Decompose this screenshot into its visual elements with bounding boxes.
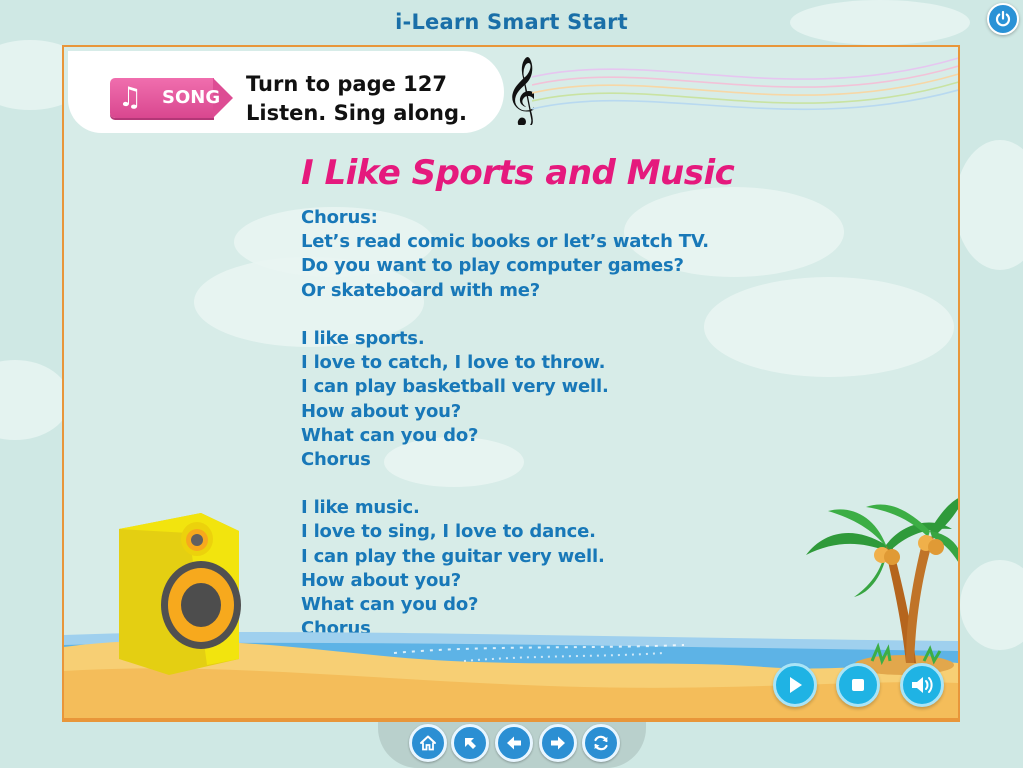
stop-icon <box>852 679 864 691</box>
previous-button[interactable] <box>495 724 533 762</box>
volume-button[interactable] <box>900 663 944 707</box>
palm-tree-illustration <box>806 498 958 675</box>
play-icon <box>790 677 802 693</box>
background-cloud <box>0 360 70 440</box>
refresh-button[interactable] <box>582 724 620 762</box>
home-icon <box>420 735 436 751</box>
instruction-line: Listen. Sing along. <box>246 101 467 125</box>
stage-cloud <box>704 277 954 377</box>
arrow-right-icon <box>551 736 565 750</box>
song-tag: ♫ SONG <box>110 78 234 118</box>
lyric-line: Or skateboard with me? <box>301 279 541 301</box>
lyric-line: I like music. <box>301 497 420 519</box>
song-tag-label: SONG <box>162 87 221 108</box>
app-title: i-Learn Smart Start <box>395 10 628 34</box>
lyric-line: I can play the guitar very well. <box>301 545 605 567</box>
lyric-line: Chorus: <box>301 207 378 228</box>
treble-clef-icon: 𝄞 <box>505 56 534 125</box>
instructions: Turn to page 127 Listen. Sing along. <box>246 70 467 128</box>
lyric-line: Do you want to play computer games? <box>301 255 684 277</box>
power-button[interactable] <box>987 3 1019 35</box>
lyric-spacer <box>301 303 709 327</box>
instruction-line: Turn to page 127 <box>246 72 447 96</box>
staff-waves-decoration <box>532 57 958 111</box>
play-button[interactable] <box>773 663 817 707</box>
lyric-line: Let’s read comic books or let’s watch TV… <box>301 231 709 253</box>
arrow-up-left-icon <box>465 738 476 749</box>
speaker-illustration <box>119 513 241 675</box>
refresh-icon <box>594 735 608 751</box>
power-icon <box>995 10 1011 27</box>
home-button[interactable] <box>409 724 447 762</box>
lyric-line: I can play basketball very well. <box>301 376 609 398</box>
song-title: I Like Sports and Music <box>301 153 735 193</box>
background-cloud <box>960 560 1023 650</box>
lyric-line: I like sports. <box>301 327 425 349</box>
song-lyrics: Chorus: Let’s read comic books or let’s … <box>301 206 709 641</box>
lesson-stage: ♫ SONG Turn to page 127 Listen. Sing alo… <box>62 45 960 722</box>
lyric-line: How about you? <box>301 400 461 422</box>
next-button[interactable] <box>539 724 577 762</box>
lyric-line: I love to catch, I love to throw. <box>301 352 606 374</box>
music-note-icon: ♫ <box>118 82 143 113</box>
speaker-volume-icon <box>912 677 933 693</box>
lyric-line: I love to sing, I love to dance. <box>301 521 596 543</box>
lyric-spacer <box>301 472 709 496</box>
arrow-left-icon <box>507 736 521 750</box>
instruction-banner: ♫ SONG Turn to page 127 Listen. Sing alo… <box>68 51 504 133</box>
background-cloud <box>955 140 1023 270</box>
lyric-line: Chorus <box>301 448 371 470</box>
back-to-menu-button[interactable] <box>451 724 489 762</box>
stop-button[interactable] <box>836 663 880 707</box>
lyric-line: What can you do? <box>301 424 479 446</box>
svg-text:𝄞: 𝄞 <box>505 56 534 125</box>
